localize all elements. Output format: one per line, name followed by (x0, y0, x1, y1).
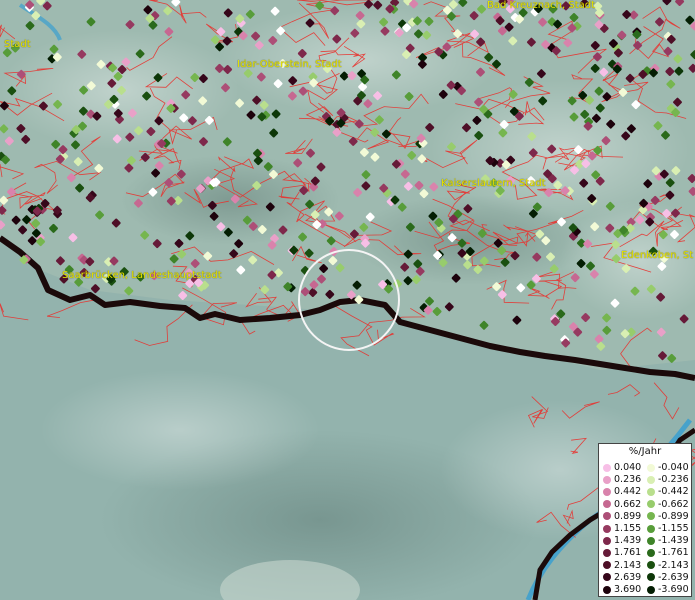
legend-title: %/Jahr (628, 446, 662, 457)
legend-entry-positive: 0.040 (603, 462, 641, 473)
legend-value: -2.143 (658, 559, 689, 571)
legend-entry-positive: 1.155 (603, 523, 641, 534)
legend-swatch (603, 561, 611, 570)
legend-entry-positive: 2.639 (603, 572, 641, 583)
legend-swatch (603, 548, 611, 557)
place-label-idar-oberstein: Idar-Oberstein, Stadt (237, 59, 342, 70)
legend-swatch (647, 475, 655, 484)
legend-value: -0.662 (658, 498, 689, 510)
legend-swatch (603, 585, 611, 594)
legend-value: -0.899 (658, 510, 689, 522)
legend-value: -1.761 (658, 547, 689, 559)
legend-entry-negative: -0.236 (647, 474, 689, 485)
legend-value: 0.442 (614, 486, 642, 498)
legend-swatch (647, 585, 655, 594)
legend-swatch (647, 500, 655, 509)
legend-value: 2.639 (614, 571, 642, 583)
legend-swatch (647, 512, 655, 521)
legend-swatch (647, 561, 655, 570)
legend-swatch (647, 536, 655, 545)
legend-value: 1.155 (614, 523, 642, 534)
legend-swatch (603, 463, 611, 472)
legend-swatch (603, 500, 611, 509)
legend-value: -3.690 (658, 584, 689, 595)
legend-swatch (603, 512, 611, 521)
place-label-bad-kreuznach: Bad Kreuznach, Stadt (487, 0, 596, 11)
legend-entry-positive: 0.442 (603, 486, 641, 497)
legend-value: 1.439 (614, 535, 642, 547)
legend-value: 1.761 (614, 547, 642, 559)
legend-entry-negative: -2.143 (647, 560, 689, 571)
place-label-kaiserslautern: Kaiserslautern, Stadt (441, 178, 546, 189)
legend-swatch (647, 524, 655, 533)
legend-entry-positive: 0.236 (603, 474, 641, 485)
legend-entry-negative: -0.899 (647, 511, 689, 522)
legend-swatch (647, 573, 655, 582)
legend-entry-negative: -1.439 (647, 535, 689, 546)
legend-entry-negative: -3.690 (647, 584, 689, 595)
legend-entry-positive: 2.143 (603, 560, 641, 571)
legend-value: 0.899 (614, 510, 642, 522)
legend-entry-positive: 0.662 (603, 499, 641, 510)
legend-entry-negative: -0.442 (647, 486, 689, 497)
place-label-stadt: Stadt (4, 39, 31, 50)
legend-swatch (603, 524, 611, 533)
legend-swatch (603, 487, 611, 496)
legend-entry-negative: -1.155 (647, 523, 689, 534)
legend: %/Jahr 0.040 -0.040 0.236 -0.236 0.442 -0.442… (598, 443, 692, 597)
legend-value: -2.639 (658, 571, 689, 583)
legend-value: 2.143 (614, 559, 642, 571)
legend-value: 3.690 (614, 584, 642, 595)
legend-entry-positive: 3.690 (603, 584, 641, 595)
legend-value: 0.040 (614, 462, 642, 473)
legend-swatch (647, 463, 655, 472)
legend-entry-negative: -0.040 (647, 462, 689, 473)
legend-entry-negative: -0.662 (647, 499, 689, 510)
legend-value: -1.155 (658, 523, 689, 534)
place-label-edenkoben: Edenkoben, St (621, 250, 694, 261)
legend-value: -0.442 (658, 486, 689, 498)
terrain-basemap (0, 0, 695, 600)
legend-swatch (647, 548, 655, 557)
legend-value: -1.439 (658, 535, 689, 547)
legend-entry-positive: 0.899 (603, 511, 641, 522)
legend-swatch (603, 536, 611, 545)
map-viewport[interactable]: Stadt Bad Kreuznach, Stadt Idar-Oberstei… (0, 0, 695, 600)
legend-entry-positive: 1.439 (603, 535, 641, 546)
legend-value: -0.040 (658, 462, 689, 473)
legend-swatch (603, 573, 611, 582)
legend-entry-positive: 1.761 (603, 547, 641, 558)
legend-value: 0.236 (614, 474, 642, 486)
legend-swatch (647, 487, 655, 496)
legend-swatch (603, 475, 611, 484)
legend-entry-negative: -2.639 (647, 572, 689, 583)
legend-value: 0.662 (614, 498, 642, 510)
legend-entry-negative: -1.761 (647, 547, 689, 558)
place-label-saarbruecken: Saarbrücken, Landeshauptstadt (62, 270, 222, 281)
legend-value: -0.236 (658, 474, 689, 486)
